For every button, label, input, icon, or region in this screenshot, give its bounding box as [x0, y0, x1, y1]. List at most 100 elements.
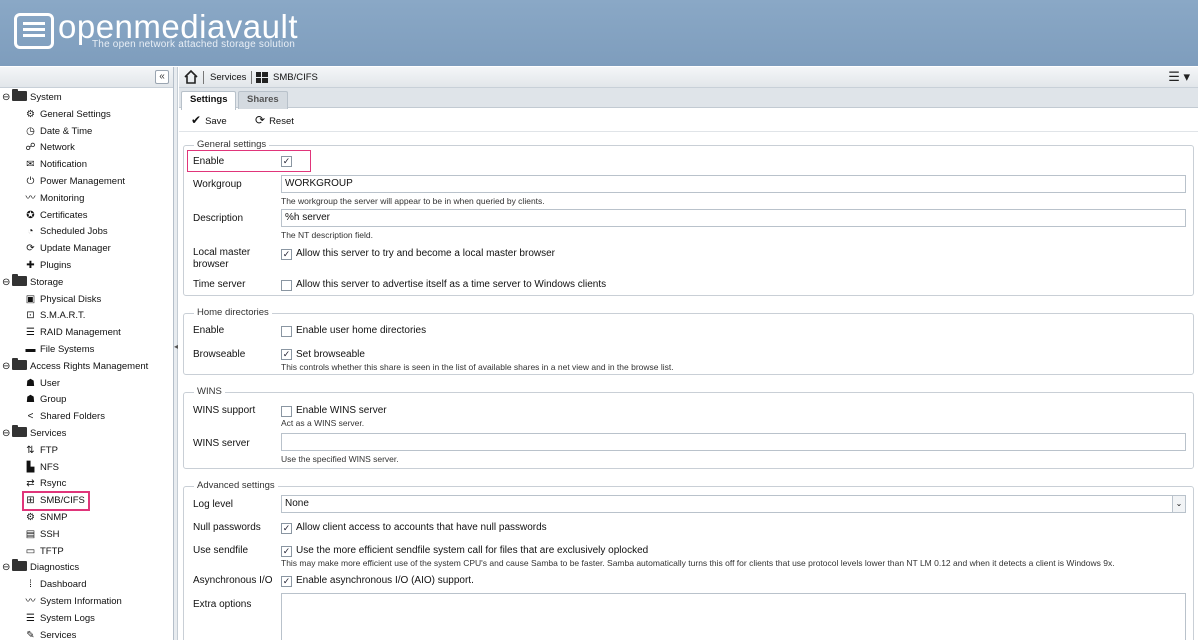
nav-item[interactable]: ◷ Date & Time — [24, 124, 92, 140]
sendfile-label: Use sendfile — [193, 545, 249, 556]
extra-options-textarea[interactable] — [281, 593, 1186, 640]
null-passwords-checkbox[interactable]: ✓ — [281, 523, 292, 534]
nav-item-label: SNMP — [40, 512, 68, 523]
nav-item[interactable]: ✚ Plugins — [24, 258, 71, 274]
nav-item[interactable]: ▬ File Systems — [24, 342, 95, 358]
snmp-icon: ⚙ — [26, 512, 35, 523]
breadcrumb: Services SMB/CIFS ☰ ▾ — [179, 67, 1198, 88]
nav-item[interactable]: ☰ System Logs — [24, 611, 95, 627]
wins-support-checkbox[interactable] — [281, 406, 292, 417]
share-icon: < — [27, 411, 34, 423]
aio-checkbox[interactable]: ✓ — [281, 576, 292, 587]
description-input[interactable]: %h server — [281, 209, 1186, 227]
workgroup-input[interactable]: WORKGROUP — [281, 175, 1186, 193]
user-icon: ☗ — [26, 377, 35, 389]
dashboard-icon: ⁞ — [29, 579, 32, 591]
nav-item[interactable]: ☰ RAID Management — [24, 325, 121, 341]
collapse-toggle-icon[interactable]: ⊖ — [2, 275, 12, 291]
nav-item[interactable]: ✎ Services — [24, 628, 76, 640]
wins-server-input[interactable] — [281, 433, 1186, 451]
nav-item[interactable]: ⚙ SNMP — [24, 510, 67, 526]
nav-item[interactable]: ▤ SSH — [24, 527, 60, 543]
nav-category[interactable]: ⊖ Access Rights Management — [2, 357, 148, 375]
save-button[interactable]: ✔ Save — [191, 108, 227, 134]
nav-item[interactable]: ▭ TFTP — [24, 544, 64, 560]
wins-support-text: Enable WINS server — [296, 405, 387, 416]
nav-item-label: User — [40, 377, 61, 389]
browseable-checkbox[interactable]: ✓ — [281, 349, 292, 360]
nav-item[interactable]: 〰 System Information — [24, 594, 122, 610]
nav-item-label: RAID Management — [40, 327, 121, 339]
nav-item[interactable]: ☍ Network — [24, 140, 75, 156]
update-icon: ⟳ — [26, 243, 35, 255]
nav-category[interactable]: ⊖ Services — [2, 425, 66, 442]
nav-item[interactable]: ⇄ Rsync — [24, 476, 66, 492]
nav-item-label: File Systems — [40, 344, 95, 355]
sendfile-text: Use the more efficient sendfile system c… — [296, 545, 649, 556]
nav-item[interactable]: ☗ User — [24, 376, 60, 392]
nav-item[interactable]: ▣ Physical Disks — [24, 292, 101, 308]
time-server-checkbox[interactable] — [281, 280, 292, 291]
nfs-icon: ▙ — [26, 461, 35, 473]
local-master-label: Local master browser — [193, 247, 251, 270]
breadcrumb-services[interactable]: Services — [210, 67, 246, 88]
nav-item[interactable]: ⊞ SMB/CIFS — [22, 491, 90, 512]
scheduled-clock-icon: ◔ — [27, 226, 34, 238]
settings-form: General settings Enable ✓ Workgroup WORK… — [179, 133, 1198, 640]
gears-icon: ⚙ — [26, 108, 35, 120]
enable-label: Enable — [193, 156, 225, 167]
chevron-down-icon[interactable]: ⌄ — [1172, 495, 1186, 513]
home-enable-checkbox[interactable] — [281, 326, 292, 337]
nav-item-label: Diagnostics — [30, 562, 80, 574]
tab-shares[interactable]: Shares — [238, 91, 288, 109]
nav-item-label: Power Management — [40, 176, 126, 187]
nav-item-label: FTP — [40, 444, 58, 456]
enable-checkbox[interactable]: ✓ — [281, 156, 292, 167]
nav-item[interactable]: ☗ Group — [24, 392, 66, 408]
nav-item-label: Network — [40, 142, 75, 154]
wrench-icon: ✎ — [26, 629, 35, 640]
menu-icon[interactable]: ☰ ▾ — [1168, 70, 1190, 84]
home-icon[interactable] — [183, 69, 199, 85]
nav-item[interactable]: ⏻ Power Management — [24, 174, 126, 190]
nav-item[interactable]: ⟳ Update Manager — [24, 241, 110, 257]
collapse-toggle-icon[interactable]: ⊖ — [2, 90, 12, 106]
raid-icon: ☰ — [26, 327, 35, 339]
nav-item-label: Date & Time — [40, 125, 93, 137]
log-level-select[interactable]: None ⌄ — [281, 495, 1186, 513]
nav-category[interactable]: ⊖ System — [2, 89, 62, 106]
nav-item[interactable]: ⚙ General Settings — [24, 107, 111, 123]
sidebar-splitter[interactable]: ◂ — [174, 67, 178, 640]
collapse-toggle-icon[interactable]: ⊖ — [2, 426, 12, 442]
fieldset-legend: Home directories — [194, 307, 272, 318]
collapse-toggle-icon[interactable]: ⊖ — [2, 359, 12, 375]
nav-item[interactable]: ⇅ FTP — [24, 443, 58, 459]
splitter-arrow-icon[interactable]: ◂ — [174, 342, 178, 351]
collapse-toggle-icon[interactable]: ⊖ — [2, 560, 12, 576]
nav-item[interactable]: ⊡ S.M.A.R.T. — [24, 308, 85, 324]
nav-item[interactable]: ◔ Scheduled Jobs — [24, 224, 108, 240]
wins-fieldset: WINS WINS support Enable WINS server Act… — [183, 386, 1194, 469]
group-icon: ☗ — [26, 394, 35, 406]
local-master-checkbox[interactable]: ✓ — [281, 249, 292, 260]
chart-icon: 〰 — [25, 192, 36, 204]
nav-item[interactable]: ⁞ Dashboard — [24, 577, 86, 593]
browseable-text: Set browseable — [296, 349, 365, 360]
time-server-text: Allow this server to advertise itself as… — [296, 279, 607, 290]
nav-item[interactable]: ✪ Certificates — [24, 208, 87, 224]
tftp-icon: ▭ — [25, 545, 36, 557]
nav-item[interactable]: ▙ NFS — [24, 460, 59, 476]
collapse-sidebar-button[interactable]: « — [155, 70, 169, 84]
nav-item-label: General Settings — [40, 108, 111, 120]
reset-button[interactable]: ⟳ Reset — [255, 108, 294, 134]
sendfile-checkbox[interactable]: ✓ — [281, 546, 292, 557]
local-master-text: Allow this server to try and become a lo… — [296, 248, 555, 259]
nav-item[interactable]: 〰 Monitoring — [24, 191, 85, 207]
nav-category[interactable]: ⊖ Storage — [2, 273, 63, 291]
nav-category[interactable]: ⊖ Diagnostics — [2, 559, 80, 576]
nav-item[interactable]: ✉ Notification — [24, 157, 87, 173]
nav-item-label: Scheduled Jobs — [40, 226, 108, 238]
folder-icon: ▬ — [25, 344, 36, 355]
nav-item[interactable]: < Shared Folders — [24, 409, 105, 425]
disk-icon: ▣ — [25, 293, 36, 305]
